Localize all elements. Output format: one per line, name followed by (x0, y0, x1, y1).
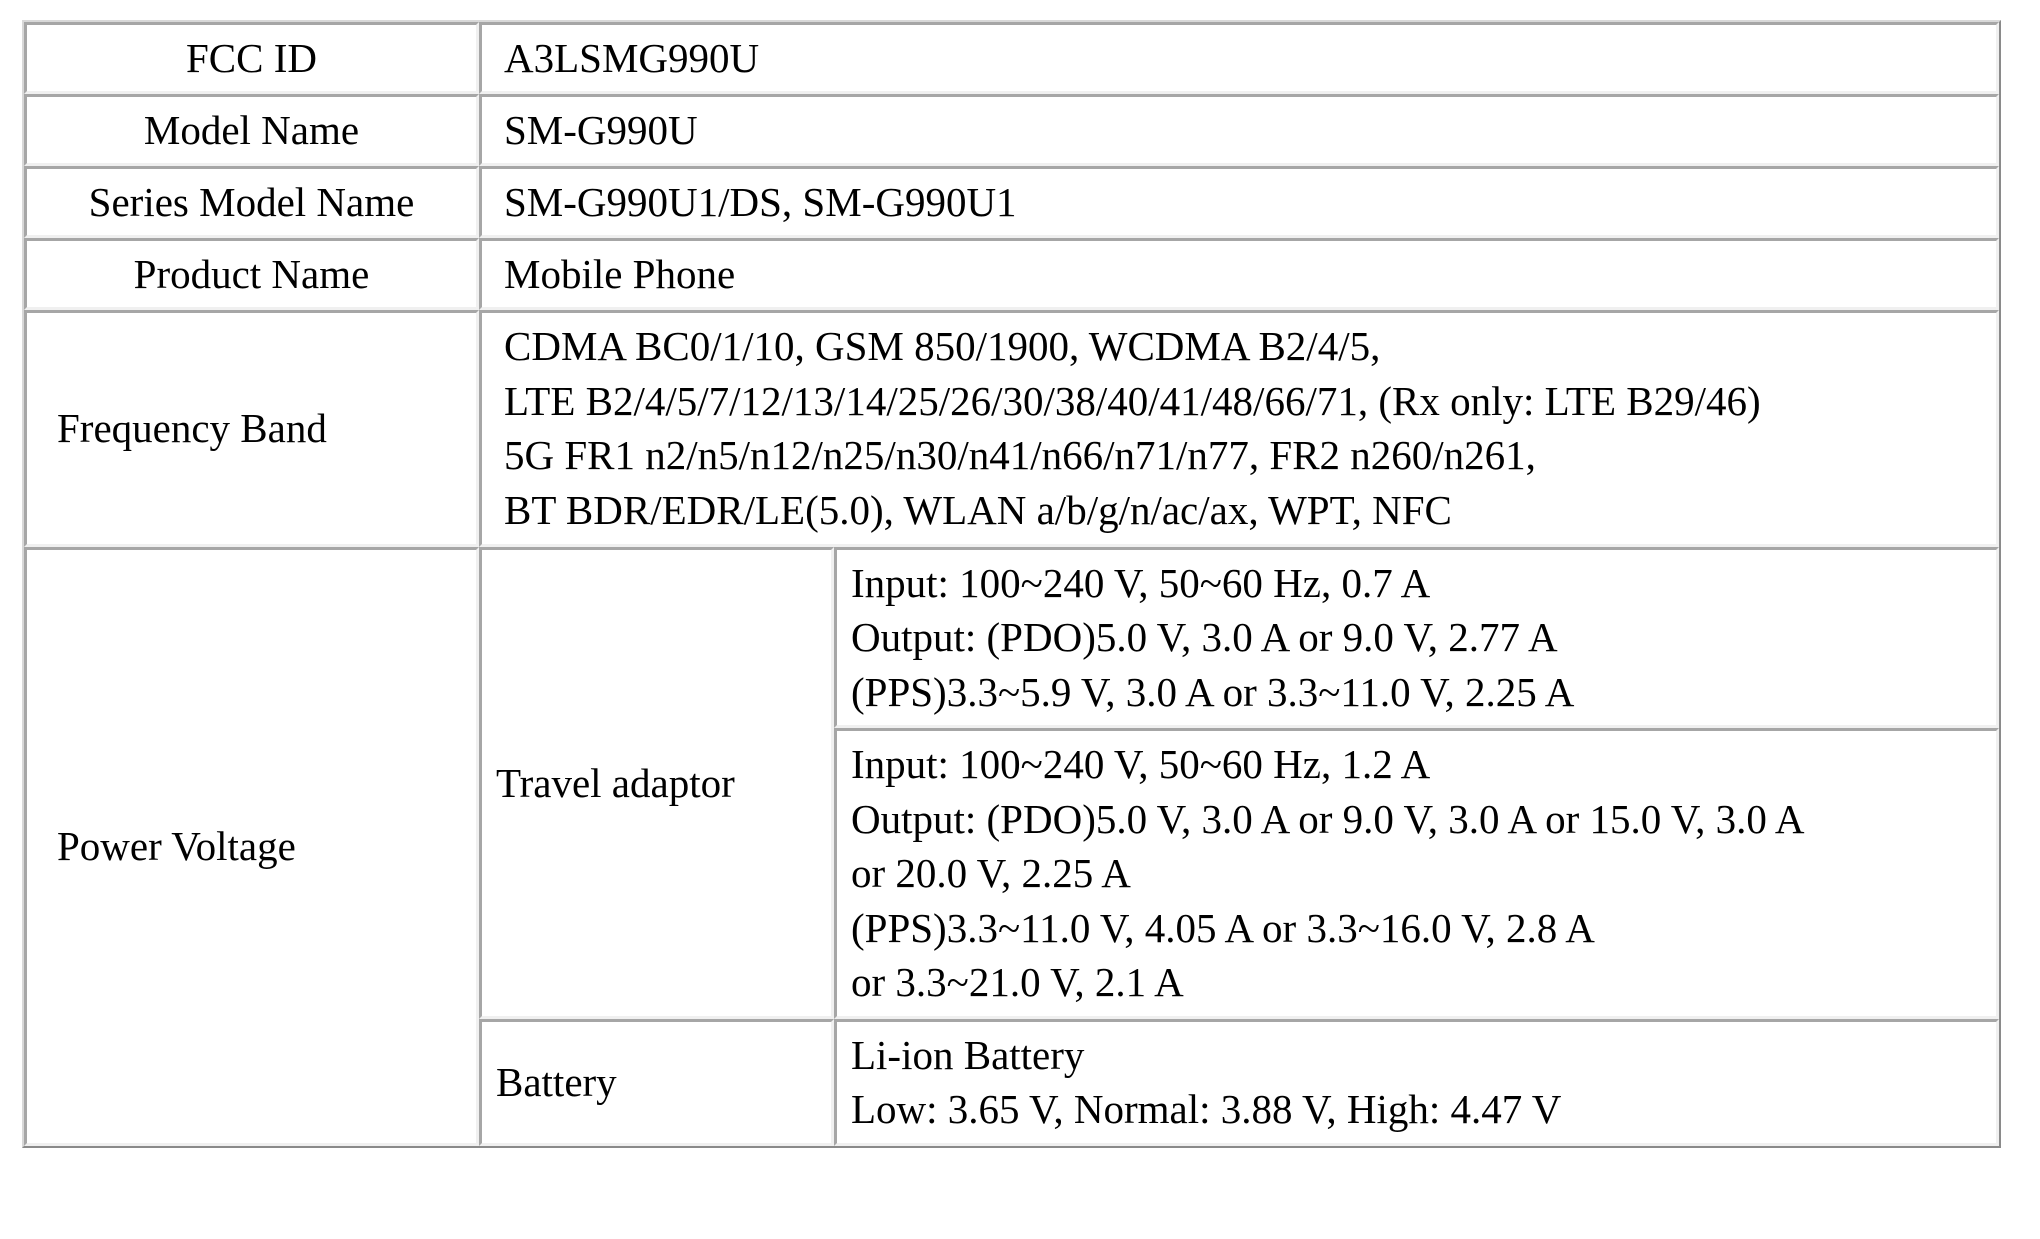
row-label-model-name: Model Name (24, 94, 479, 167)
frequency-band-line-3: 5G FR1 n2/n5/n12/n25/n30/n41/n66/n71/n77… (504, 432, 1536, 479)
sub-label-battery: Battery (479, 1018, 834, 1146)
row-value-frequency-band: CDMA BC0/1/10, GSM 850/1900, WCDMA B2/4/… (479, 310, 1999, 547)
row-value-product-name: Mobile Phone (479, 238, 1999, 311)
table-row-power-voltage: Power Voltage Travel adaptor Input: 100~… (24, 546, 1999, 1146)
document-page: FCC ID A3LSMG990U Model Name SM-G990U Se… (0, 0, 2040, 1239)
frequency-band-line-1: CDMA BC0/1/10, GSM 850/1900, WCDMA B2/4/… (504, 323, 1381, 370)
table-row: FCC ID A3LSMG990U (24, 22, 1999, 95)
battery-line-2: Low: 3.65 V, Normal: 3.88 V, High: 4.47 … (851, 1086, 1562, 1133)
table-row: Series Model Name SM-G990U1/DS, SM-G990U… (24, 166, 1999, 239)
travel-adaptor-2-line-2: Output: (PDO)5.0 V, 3.0 A or 9.0 V, 3.0 … (851, 795, 1805, 842)
travel-adaptor-block-1: Input: 100~240 V, 50~60 Hz, 0.7 A Output… (834, 546, 1999, 729)
row-label-power-voltage: Power Voltage (24, 546, 479, 1146)
battery-value: Li-ion Battery Low: 3.65 V, Normal: 3.88… (834, 1018, 1999, 1146)
row-label-series-model-name: Series Model Name (24, 166, 479, 239)
power-voltage-subtable: Travel adaptor Input: 100~240 V, 50~60 H… (479, 546, 1999, 1146)
travel-adaptor-row-1: Travel adaptor Input: 100~240 V, 50~60 H… (479, 546, 1999, 1019)
row-label-frequency-band: Frequency Band (24, 310, 479, 547)
table-row: Model Name SM-G990U (24, 94, 1999, 167)
frequency-band-line-4: BT BDR/EDR/LE(5.0), WLAN a/b/g/n/ac/ax, … (504, 486, 1452, 533)
table-row: Product Name Mobile Phone (24, 238, 1999, 311)
travel-adaptor-2-line-3: or 20.0 V, 2.25 A (851, 850, 1131, 897)
row-label-product-name: Product Name (24, 238, 479, 311)
travel-adaptor-block-2: Input: 100~240 V, 50~60 Hz, 1.2 A Output… (834, 728, 1999, 1019)
travel-adaptor-2-line-4: (PPS)3.3~11.0 V, 4.05 A or 3.3~16.0 V, 2… (851, 904, 1595, 951)
frequency-band-line-2: LTE B2/4/5/7/12/13/14/25/26/30/38/40/41/… (504, 377, 1761, 424)
power-voltage-subtable-container: Travel adaptor Input: 100~240 V, 50~60 H… (479, 546, 1999, 1146)
travel-adaptor-1-line-3: (PPS)3.3~5.9 V, 3.0 A or 3.3~11.0 V, 2.2… (851, 668, 1575, 715)
travel-adaptor-1-line-2: Output: (PDO)5.0 V, 3.0 A or 9.0 V, 2.77… (851, 614, 1558, 661)
row-value-series-model-name: SM-G990U1/DS, SM-G990U1 (479, 166, 1999, 239)
specification-table: FCC ID A3LSMG990U Model Name SM-G990U Se… (22, 20, 2001, 1148)
travel-adaptor-2-line-1: Input: 100~240 V, 50~60 Hz, 1.2 A (851, 741, 1431, 788)
table-row-frequency-band: Frequency Band CDMA BC0/1/10, GSM 850/19… (24, 310, 1999, 547)
row-value-model-name: SM-G990U (479, 94, 1999, 167)
sub-label-travel-adaptor: Travel adaptor (479, 546, 834, 1019)
battery-line-1: Li-ion Battery (851, 1031, 1085, 1078)
row-value-fcc-id: A3LSMG990U (479, 22, 1999, 95)
row-label-fcc-id: FCC ID (24, 22, 479, 95)
travel-adaptor-1-line-1: Input: 100~240 V, 50~60 Hz, 0.7 A (851, 559, 1431, 606)
travel-adaptor-2-line-5: or 3.3~21.0 V, 2.1 A (851, 959, 1184, 1006)
battery-row: Battery Li-ion Battery Low: 3.65 V, Norm… (479, 1018, 1999, 1146)
